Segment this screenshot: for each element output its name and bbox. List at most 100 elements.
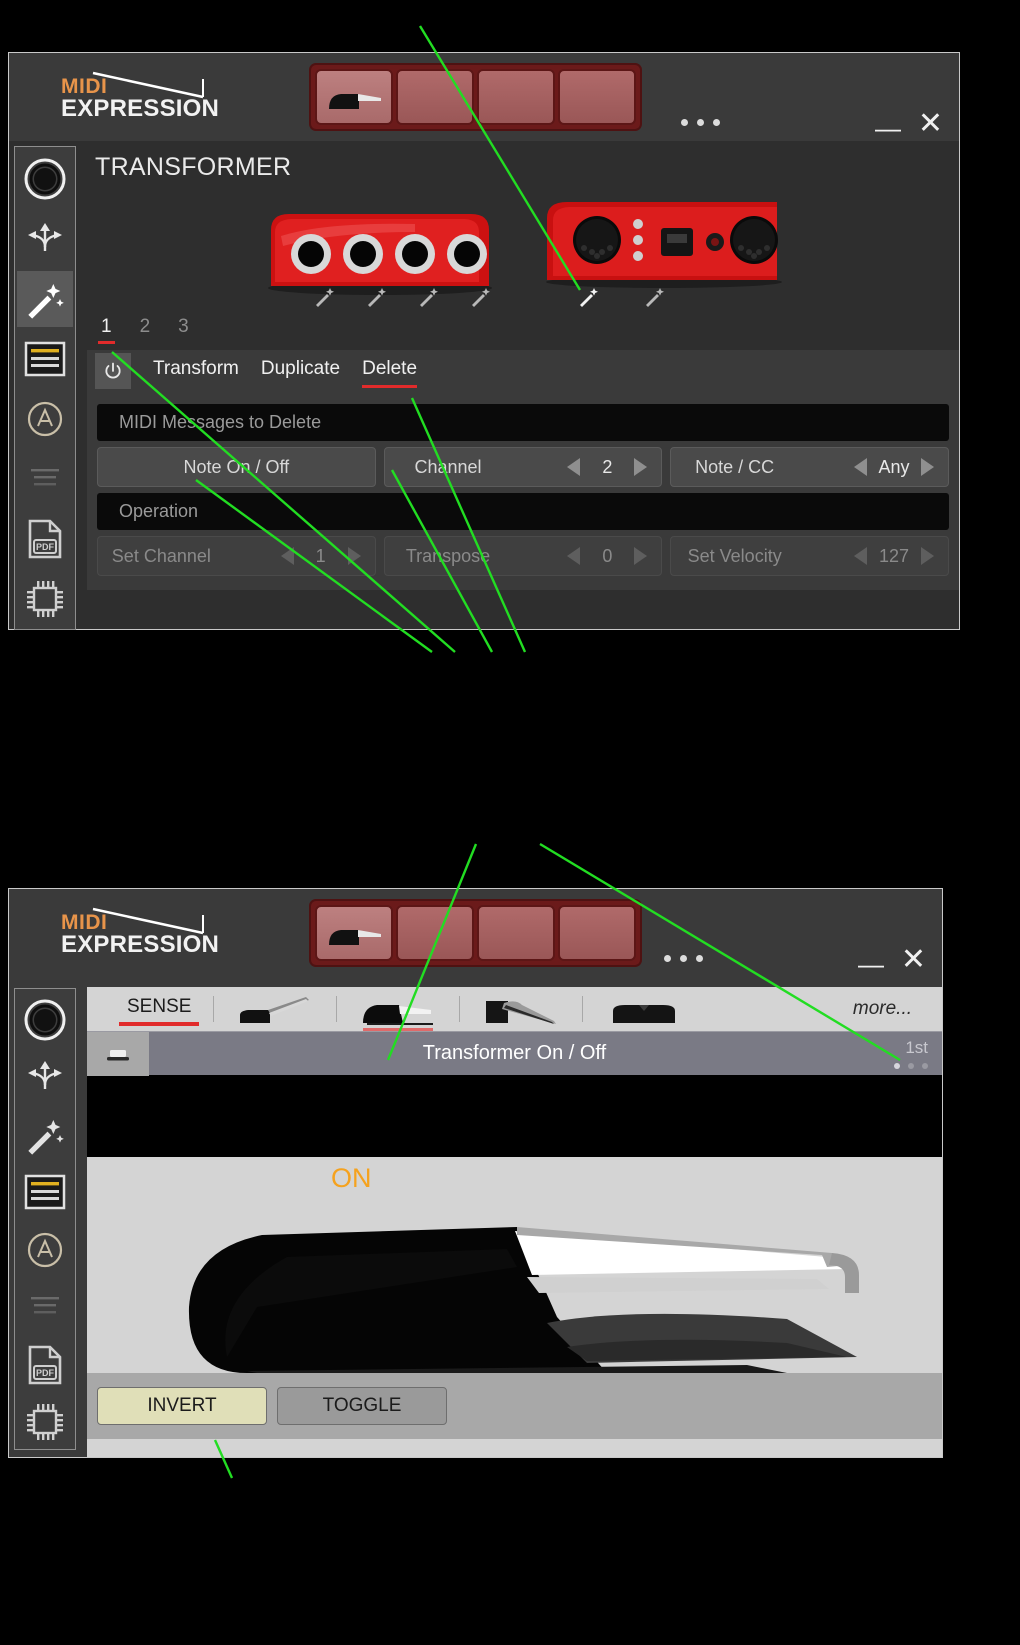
jack-icon — [24, 158, 66, 200]
message-type-select[interactable]: Note On / Off — [97, 447, 376, 487]
mode-tab-duplicate[interactable]: Duplicate — [261, 358, 340, 385]
slot-tab-3[interactable]: 3 — [178, 316, 189, 344]
set-channel-decrement-icon[interactable] — [280, 547, 294, 565]
sidebar-item-log-2[interactable] — [17, 1281, 73, 1335]
channel-increment-icon[interactable] — [634, 458, 648, 476]
sidebar-item-firmware[interactable] — [17, 571, 73, 627]
more-link[interactable]: more... — [853, 998, 912, 1020]
magic-wand-icon-port3[interactable] — [417, 284, 441, 308]
pedal-state-label: ON — [331, 1163, 372, 1193]
transpose-decrement-icon[interactable] — [567, 547, 581, 565]
pedal-slot-1[interactable] — [315, 69, 393, 125]
sidebar-item-presets[interactable] — [17, 331, 73, 387]
toggle-button[interactable]: TOGGLE — [277, 1387, 447, 1425]
close-button[interactable]: ✕ — [918, 109, 943, 139]
routing-icon — [28, 1061, 62, 1090]
sidebar-item-pdf[interactable]: PDF — [17, 511, 73, 567]
transformer-slot-tabs: 1 2 3 — [98, 316, 959, 344]
mode-button-bar: INVERT TOGGLE — [87, 1373, 942, 1439]
pedal-bank-selector-2[interactable] — [309, 899, 642, 967]
sidebar-item-auto[interactable] — [17, 391, 73, 447]
pedal-slot-1[interactable] — [315, 905, 393, 961]
magic-wand-icon-midi-out[interactable] — [643, 284, 667, 308]
pedal-icon-footswitch[interactable] — [605, 993, 683, 1025]
auto-icon — [27, 1232, 63, 1267]
sidebar-item-transformer[interactable] — [17, 271, 73, 327]
sidebar-item-auto-2[interactable] — [17, 1223, 73, 1277]
pedal-slot-3[interactable] — [477, 69, 555, 125]
transpose-label: Transpose — [405, 545, 491, 566]
pedal-slot-4[interactable] — [558, 69, 636, 125]
sidebar-item-presets-2[interactable] — [17, 1166, 73, 1220]
magic-wand-icon-port1[interactable] — [313, 284, 337, 308]
channel-stepper[interactable]: Channel 2 — [383, 447, 663, 487]
slot-tab-1[interactable]: 1 — [98, 316, 115, 344]
window2-content: SENSE more... Transformer On / Off 1st O… — [87, 987, 942, 1457]
pedal-icon-expression[interactable] — [359, 993, 437, 1032]
note-cc-decrement-icon[interactable] — [854, 458, 868, 476]
auto-icon — [27, 401, 63, 437]
transpose-stepper[interactable]: Transpose 0 — [383, 536, 663, 576]
pedal-illustration — [87, 1157, 942, 1373]
ordinal-badge: 1st — [905, 1038, 928, 1057]
note-cc-stepper[interactable]: Note / CC Any — [670, 447, 950, 487]
magic-wand-icon-midi-in[interactable] — [577, 284, 601, 308]
window2-sidebar: PDF — [14, 988, 76, 1450]
pedal-slot-4[interactable] — [558, 905, 636, 961]
overflow-menu-icon[interactable] — [681, 119, 720, 126]
messages-control-row: Note On / Off Channel 2 Note / CC Any — [97, 447, 950, 487]
page-title: TRANSFORMER — [95, 153, 292, 181]
minimize-button-2[interactable]: — — [858, 951, 884, 977]
set-velocity-stepper[interactable]: Set Velocity 127 — [670, 536, 950, 576]
sidebar-item-transformer-2[interactable] — [17, 1108, 73, 1162]
transpose-value: 0 — [602, 545, 613, 566]
set-velocity-decrement-icon[interactable] — [854, 547, 868, 565]
pedal-slot-3[interactable] — [477, 905, 555, 961]
sidebar-item-routing-2[interactable] — [17, 1051, 73, 1105]
sidebar-item-log[interactable] — [17, 451, 73, 507]
pedal-bank-selector[interactable] — [309, 63, 642, 131]
overflow-menu-icon-2[interactable] — [664, 955, 703, 962]
mode-tab-bar: Transform Duplicate Delete — [87, 350, 959, 392]
slot-tab-2[interactable]: 2 — [140, 316, 151, 344]
chip-icon — [27, 1404, 63, 1441]
sidebar-item-jack[interactable] — [17, 151, 73, 207]
pedal-slot-2[interactable] — [396, 69, 474, 125]
pedal-slot-2[interactable] — [396, 905, 474, 961]
note-cc-increment-icon[interactable] — [921, 458, 935, 476]
set-channel-value: 1 — [315, 545, 326, 566]
transpose-increment-icon[interactable] — [634, 547, 648, 565]
brand-expression-2: EXPRESSION — [61, 931, 220, 958]
mode-tab-transform[interactable]: Transform — [153, 358, 239, 385]
set-channel-label: Set Channel — [111, 545, 211, 566]
magic-wand-icon-port2[interactable] — [365, 284, 389, 308]
minimize-button[interactable]: — — [875, 115, 901, 141]
sidebar-item-routing[interactable] — [17, 211, 73, 267]
channel-decrement-icon[interactable] — [567, 458, 581, 476]
magic-wand-icon-port4[interactable] — [469, 284, 493, 308]
invert-button[interactable]: INVERT — [97, 1387, 267, 1425]
sidebar-item-pdf-2[interactable]: PDF — [17, 1338, 73, 1392]
window2-titlebar: MIDI EXPRESSION — ✕ — [9, 889, 942, 977]
magic-wand-icon — [28, 1119, 64, 1155]
lines-faded-icon — [31, 1297, 59, 1314]
pedal-icon-sustain[interactable] — [236, 993, 314, 1025]
pdf-icon: PDF — [28, 1345, 62, 1385]
per-port-transformer-icons — [87, 284, 959, 310]
page-indicator[interactable] — [894, 1063, 928, 1069]
svg-text:PDF: PDF — [36, 542, 55, 552]
divider — [213, 996, 215, 1022]
set-velocity-increment-icon[interactable] — [921, 547, 935, 565]
set-channel-stepper[interactable]: Set Channel 1 — [97, 536, 376, 576]
device-illustrations — [87, 188, 959, 310]
mode-tab-delete[interactable]: Delete — [362, 358, 417, 388]
set-channel-increment-icon[interactable] — [347, 547, 361, 565]
power-icon[interactable] — [95, 353, 131, 389]
brand-logo: MIDI EXPRESSION — [61, 69, 221, 125]
pedal-icon-swell[interactable] — [482, 993, 560, 1025]
sidebar-item-firmware-2[interactable] — [17, 1396, 73, 1450]
sidebar-item-jack-2[interactable] — [17, 993, 73, 1047]
tab-sense[interactable]: SENSE — [118, 996, 200, 1026]
chip-icon — [27, 581, 63, 617]
close-button-2[interactable]: ✕ — [901, 945, 926, 975]
